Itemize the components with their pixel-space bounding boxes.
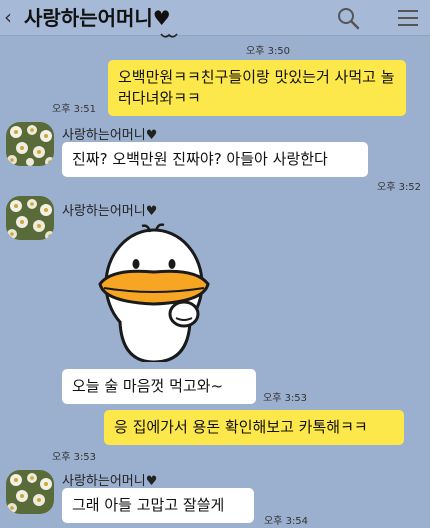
avatar-flowers-image xyxy=(6,196,54,240)
sender-name: 사랑하는어머니♥ xyxy=(62,474,158,489)
avatar[interactable] xyxy=(6,196,54,240)
sender-name: 사랑하는어머니♥ xyxy=(62,204,158,219)
my-message-bubble[interactable]: 오백만원ㅋㅋ친구들이랑 맛있는거 사먹고 놀러다녀와ㅋㅋ xyxy=(108,60,406,116)
duck-emoticon[interactable] xyxy=(92,222,222,362)
avatar[interactable] xyxy=(6,470,54,514)
message-time: 오후 3:53 xyxy=(263,393,308,404)
message-time: 오후 3:53 xyxy=(52,452,97,463)
avatar[interactable] xyxy=(6,122,54,166)
hamburger-menu-icon[interactable] xyxy=(397,8,419,28)
search-icon[interactable] xyxy=(336,6,360,30)
scrolled-fragment xyxy=(160,33,178,38)
their-message-bubble[interactable]: 그래 아들 고맙고 잘쓸게 xyxy=(62,488,254,523)
message-time: 오후 3:50 xyxy=(246,46,291,57)
their-message-bubble[interactable]: 오늘 술 마음껏 먹고와~ xyxy=(62,369,256,404)
sender-name: 사랑하는어머니♥ xyxy=(62,128,158,143)
avatar-flowers-image xyxy=(6,470,54,514)
message-time: 오후 3:54 xyxy=(264,516,309,527)
my-message-bubble[interactable]: 응 집에가서 용돈 확인해보고 카톡해ㅋㅋ xyxy=(104,410,404,445)
avatar-flowers-image xyxy=(6,122,54,166)
chat-title: 사랑하는어머니♥ xyxy=(24,6,171,30)
their-message-bubble[interactable]: 진짜? 오백만원 진짜야? 아들아 사랑한다 xyxy=(62,142,368,177)
message-time: 오후 3:51 xyxy=(52,104,97,115)
chevron-left-icon[interactable]: ‹ xyxy=(4,6,18,28)
message-time: 오후 3:52 xyxy=(377,182,422,193)
chat-header: ‹ 사랑하는어머니♥ xyxy=(0,0,430,36)
